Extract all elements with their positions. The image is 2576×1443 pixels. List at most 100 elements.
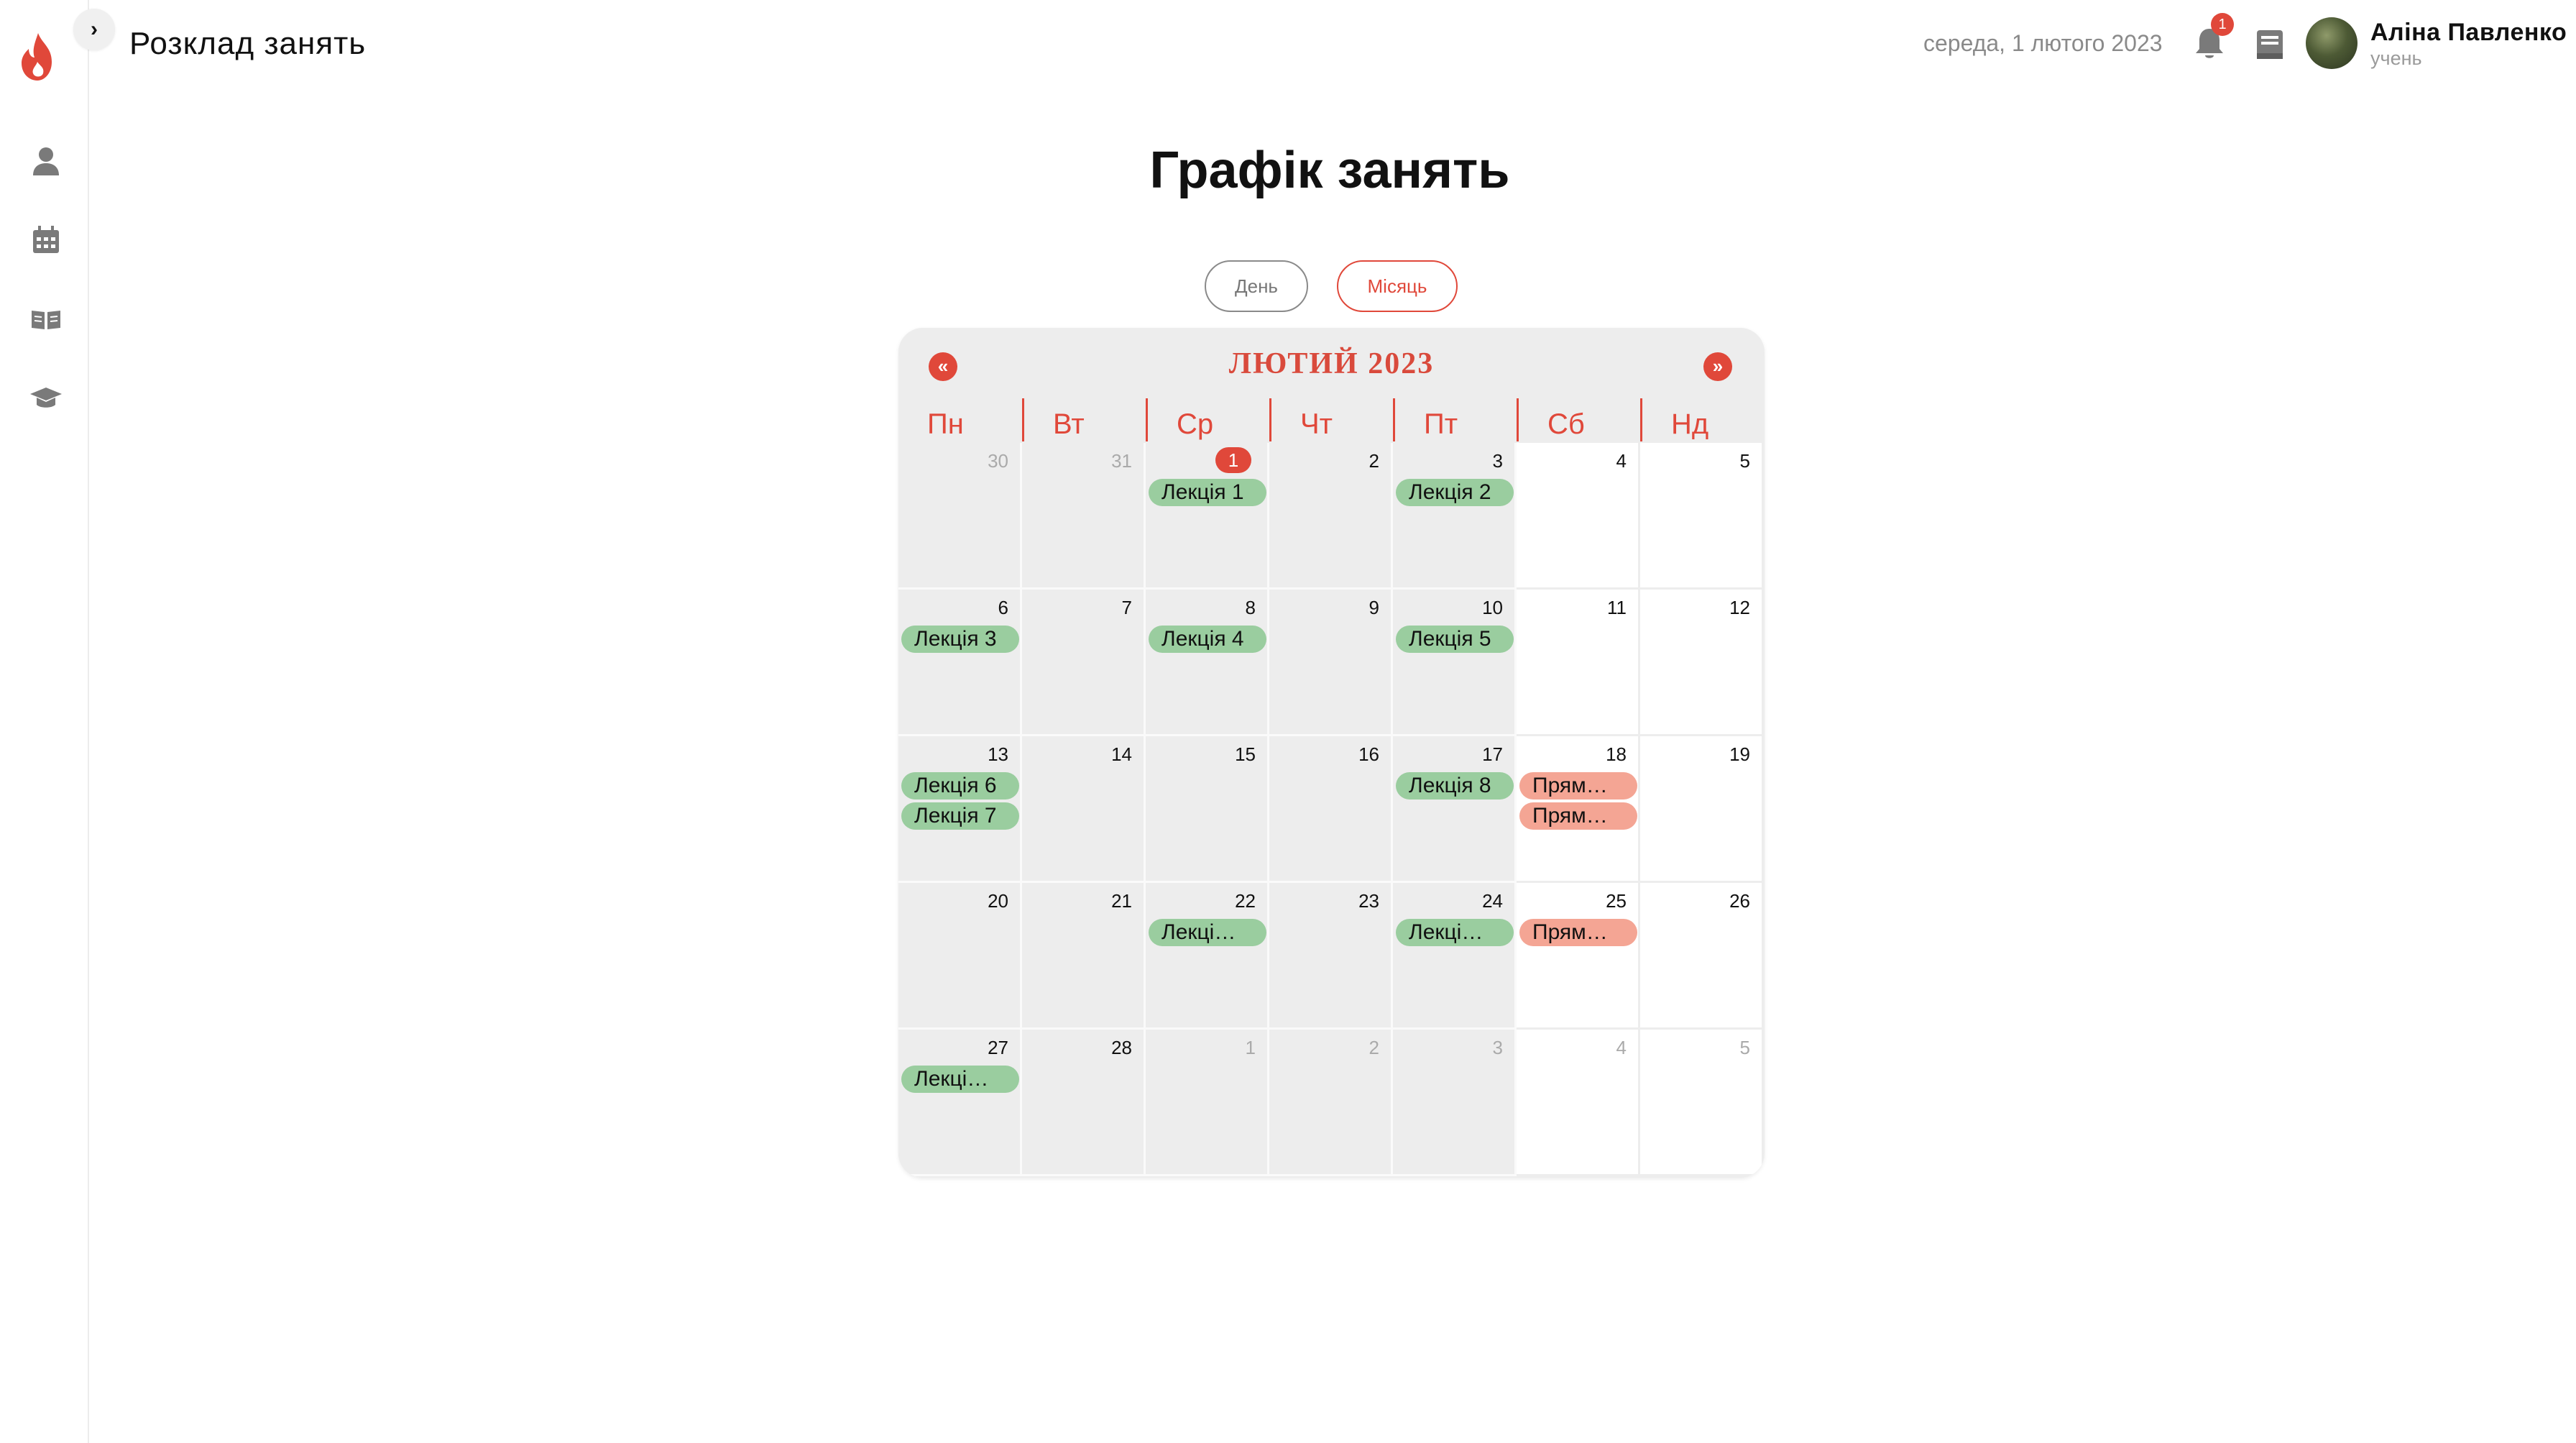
day-number: 5 [1739,1037,1750,1058]
calendar-day-cell[interactable]: 14 [1022,736,1146,883]
calendar-day-cell[interactable]: 28 [1022,1030,1146,1176]
day-number: 4 [1616,450,1627,472]
calendar-week: 30 31 1 Лекція 1 2 3 Лекція 2 4 5 [898,443,1765,590]
calendar-day-cell[interactable]: 30 [898,443,1022,590]
weekday-label: Ср [1146,398,1269,441]
book-open-icon[interactable] [29,302,63,336]
day-number: 10 [1482,597,1503,618]
day-number: 12 [1729,597,1750,618]
day-number: 16 [1358,743,1379,765]
lecture-event[interactable]: Лекці… [1149,919,1266,946]
calendar-week: 13 Лекція 6 Лекція 7 14 15 16 17 Лекція 8 18 Прям… [898,736,1765,883]
calendar-day-cell[interactable]: 11 [1517,590,1640,736]
calendar-day-cell[interactable]: 18 Прям… Прям… [1517,736,1640,883]
calendar-day-cell[interactable]: 2 [1269,443,1393,590]
calendar-grid: 30 31 1 Лекція 1 2 3 Лекція 2 4 5 6 Лекція 3 7 8 Лекц… [898,443,1765,1176]
user-icon[interactable] [29,144,63,178]
calendar-day-cell[interactable]: 5 [1640,1030,1764,1176]
calendar-day-cell[interactable]: 19 [1640,736,1764,883]
flame-logo-icon[interactable] [16,30,60,83]
day-number: 13 [988,743,1008,765]
lecture-event[interactable]: Лекці… [1396,919,1514,946]
lecture-event[interactable]: Лекція 4 [1149,626,1266,653]
chevron-right-icon: › [91,17,98,41]
calendar-week: 27 Лекці… 28 1 2 3 4 5 [898,1030,1765,1176]
day-number: 27 [988,1037,1008,1058]
calendar-icon[interactable] [29,223,63,257]
lecture-event[interactable]: Лекція 5 [1396,626,1514,653]
journal-icon[interactable] [2254,27,2286,62]
calendar-day-cell[interactable]: 31 [1022,443,1146,590]
lecture-event[interactable]: Лекція 7 [901,802,1019,830]
day-number: 3 [1492,1037,1503,1058]
avatar[interactable] [2306,17,2358,69]
day-number: 31 [1111,450,1132,472]
user-role: учень [2370,47,2422,69]
calendar-day-cell[interactable]: 5 [1640,443,1764,590]
calendar-day-cell[interactable]: 12 [1640,590,1764,736]
day-number: 8 [1245,597,1256,618]
day-number: 3 [1492,450,1503,472]
calendar-day-cell[interactable]: 3 [1393,1030,1517,1176]
calendar-day-cell[interactable]: 6 Лекція 3 [898,590,1022,736]
calendar-day-cell[interactable]: 9 [1269,590,1393,736]
practice-event[interactable]: Прям… [1519,772,1637,800]
day-number: 14 [1111,743,1132,765]
weekday-label: Нд [1640,398,1764,441]
calendar-day-cell[interactable]: 1 [1146,1030,1269,1176]
day-number: 17 [1482,743,1503,765]
calendar-day-cell[interactable]: 21 [1022,883,1146,1030]
calendar-day-cell[interactable]: 8 Лекція 4 [1146,590,1269,736]
calendar-day-cell[interactable]: 17 Лекція 8 [1393,736,1517,883]
next-month-button[interactable]: » [1703,352,1732,381]
lecture-event[interactable]: Лекція 2 [1396,479,1514,506]
notification-badge: 1 [2211,13,2234,36]
page-title: Графік занять [1149,142,1510,199]
lecture-event[interactable]: Лекці… [901,1066,1019,1093]
calendar-day-cell[interactable]: 7 [1022,590,1146,736]
day-number: 11 [1607,597,1627,618]
day-number: 2 [1368,1037,1379,1058]
day-number: 1 [1245,1037,1256,1058]
sidebar-toggle-button[interactable]: › [73,9,115,50]
calendar-day-cell[interactable]: 23 [1269,883,1393,1030]
calendar-day-cell[interactable]: 2 [1269,1030,1393,1176]
day-number: 5 [1739,450,1750,472]
calendar-day-cell[interactable]: 20 [898,883,1022,1030]
day-number: 20 [988,890,1008,912]
day-number: 9 [1368,597,1379,618]
calendar-day-cell[interactable]: 26 [1640,883,1764,1030]
day-number: 28 [1111,1037,1132,1058]
lecture-event[interactable]: Лекція 6 [901,772,1019,800]
calendar-day-cell[interactable]: 10 Лекція 5 [1393,590,1517,736]
calendar-day-cell[interactable]: 13 Лекція 6 Лекція 7 [898,736,1022,883]
practice-event[interactable]: Прям… [1519,802,1637,830]
calendar-day-cell[interactable]: 4 [1517,443,1640,590]
calendar-day-cell[interactable]: 24 Лекці… [1393,883,1517,1030]
day-number: 26 [1729,890,1750,912]
calendar-day-cell[interactable]: 1 Лекція 1 [1146,443,1269,590]
day-number: 23 [1358,890,1379,912]
weekday-label: Сб [1517,398,1640,441]
day-number: 24 [1482,890,1503,912]
today-day-number: 1 [1215,447,1251,473]
lecture-event[interactable]: Лекція 8 [1396,772,1514,800]
calendar-day-cell[interactable]: 3 Лекція 2 [1393,443,1517,590]
calendar-day-cell[interactable]: 16 [1269,736,1393,883]
practice-event[interactable]: Прям… [1519,919,1637,946]
day-number: 19 [1729,743,1750,765]
user-name: Аліна Павленко [2370,19,2567,46]
calendar-day-cell[interactable]: 15 [1146,736,1269,883]
lecture-event[interactable]: Лекція 3 [901,626,1019,653]
weekday-label: Пт [1393,398,1517,441]
calendar-day-cell[interactable]: 4 [1517,1030,1640,1176]
lecture-event[interactable]: Лекція 1 [1149,479,1266,506]
calendar-day-cell[interactable]: 27 Лекці… [898,1030,1022,1176]
calendar-day-cell[interactable]: 25 Прям… [1517,883,1640,1030]
view-month-button[interactable]: Місяць [1337,260,1458,312]
view-day-button[interactable]: День [1205,260,1308,312]
calendar-week: 6 Лекція 3 7 8 Лекція 4 9 10 Лекція 5 11 12 [898,590,1765,736]
calendar-day-cell[interactable]: 22 Лекці… [1146,883,1269,1030]
graduation-cap-icon[interactable] [29,381,63,416]
day-number: 7 [1121,597,1132,618]
